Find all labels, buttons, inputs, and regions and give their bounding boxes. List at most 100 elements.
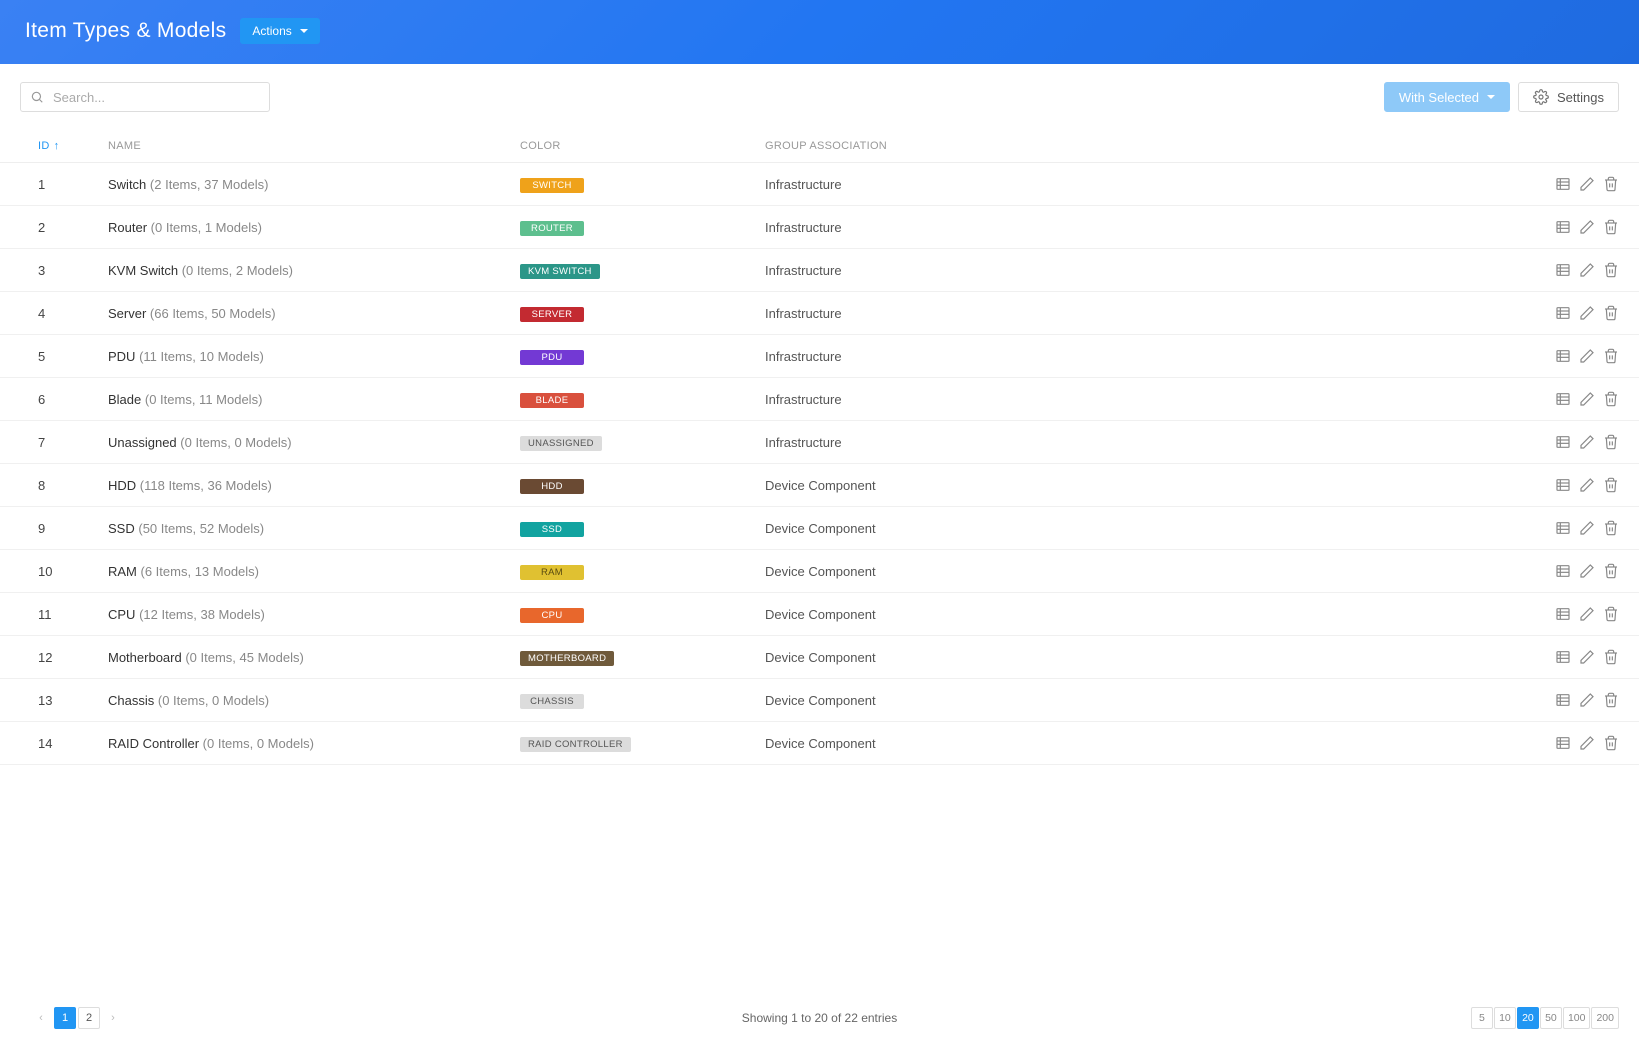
- edit-icon[interactable]: [1579, 649, 1595, 665]
- cell-group: Device Component: [765, 607, 1525, 622]
- list-icon[interactable]: [1555, 176, 1571, 192]
- table-row[interactable]: 14RAID Controller (0 Items, 0 Models)RAI…: [0, 722, 1639, 765]
- item-name: RAID Controller: [108, 736, 199, 751]
- page-button[interactable]: 2: [78, 1007, 100, 1029]
- list-icon[interactable]: [1555, 434, 1571, 450]
- page-size-button[interactable]: 50: [1540, 1007, 1562, 1029]
- table-row[interactable]: 11CPU (12 Items, 38 Models)CPUDevice Com…: [0, 593, 1639, 636]
- cell-group: Device Component: [765, 650, 1525, 665]
- trash-icon[interactable]: [1603, 434, 1619, 450]
- color-tag: SERVER: [520, 307, 584, 322]
- with-selected-button[interactable]: With Selected: [1384, 82, 1510, 112]
- list-icon[interactable]: [1555, 520, 1571, 536]
- edit-icon[interactable]: [1579, 305, 1595, 321]
- edit-icon[interactable]: [1579, 563, 1595, 579]
- list-icon[interactable]: [1555, 305, 1571, 321]
- page-size-button[interactable]: 5: [1471, 1007, 1493, 1029]
- edit-icon[interactable]: [1579, 262, 1595, 278]
- trash-icon[interactable]: [1603, 176, 1619, 192]
- table-row[interactable]: 4Server (66 Items, 50 Models)SERVERInfra…: [0, 292, 1639, 335]
- page-size-selector: 5102050100200: [1471, 1007, 1619, 1029]
- table-row[interactable]: 13Chassis (0 Items, 0 Models)CHASSISDevi…: [0, 679, 1639, 722]
- edit-icon[interactable]: [1579, 434, 1595, 450]
- edit-icon[interactable]: [1579, 391, 1595, 407]
- list-icon[interactable]: [1555, 477, 1571, 493]
- page-size-button[interactable]: 100: [1563, 1007, 1591, 1029]
- col-header-id[interactable]: ID ↑: [38, 140, 108, 152]
- trash-icon[interactable]: [1603, 606, 1619, 622]
- table-row[interactable]: 10RAM (6 Items, 13 Models)RAMDevice Comp…: [0, 550, 1639, 593]
- col-header-color[interactable]: COLOR: [520, 140, 765, 152]
- color-tag: RAID CONTROLLER: [520, 737, 631, 752]
- cell-id: 3: [38, 263, 108, 278]
- edit-icon[interactable]: [1579, 477, 1595, 493]
- trash-icon[interactable]: [1603, 391, 1619, 407]
- item-counts: (12 Items, 38 Models): [139, 607, 265, 622]
- edit-icon[interactable]: [1579, 520, 1595, 536]
- page-button[interactable]: 1: [54, 1007, 76, 1029]
- cell-actions: [1525, 176, 1619, 192]
- trash-icon[interactable]: [1603, 563, 1619, 579]
- cell-name: Server (66 Items, 50 Models): [108, 306, 520, 321]
- trash-icon[interactable]: [1603, 520, 1619, 536]
- table-row[interactable]: 9SSD (50 Items, 52 Models)SSDDevice Comp…: [0, 507, 1639, 550]
- trash-icon[interactable]: [1603, 692, 1619, 708]
- color-tag: ROUTER: [520, 221, 584, 236]
- list-icon[interactable]: [1555, 219, 1571, 235]
- table-row[interactable]: 12Motherboard (0 Items, 45 Models)MOTHER…: [0, 636, 1639, 679]
- item-name: HDD: [108, 478, 136, 493]
- table-row[interactable]: 3KVM Switch (0 Items, 2 Models)KVM SWITC…: [0, 249, 1639, 292]
- item-counts: (50 Items, 52 Models): [138, 521, 264, 536]
- trash-icon[interactable]: [1603, 305, 1619, 321]
- list-icon[interactable]: [1555, 348, 1571, 364]
- edit-icon[interactable]: [1579, 219, 1595, 235]
- table-row[interactable]: 7Unassigned (0 Items, 0 Models)UNASSIGNE…: [0, 421, 1639, 464]
- edit-icon[interactable]: [1579, 606, 1595, 622]
- list-icon[interactable]: [1555, 563, 1571, 579]
- page-size-button[interactable]: 20: [1517, 1007, 1539, 1029]
- cell-color: KVM SWITCH: [520, 262, 765, 279]
- item-name: Switch: [108, 177, 146, 192]
- trash-icon[interactable]: [1603, 735, 1619, 751]
- trash-icon[interactable]: [1603, 219, 1619, 235]
- list-icon[interactable]: [1555, 391, 1571, 407]
- edit-icon[interactable]: [1579, 176, 1595, 192]
- edit-icon[interactable]: [1579, 348, 1595, 364]
- trash-icon[interactable]: [1603, 348, 1619, 364]
- edit-icon[interactable]: [1579, 692, 1595, 708]
- list-icon[interactable]: [1555, 649, 1571, 665]
- trash-icon[interactable]: [1603, 649, 1619, 665]
- prev-page-button[interactable]: ‹: [30, 1007, 52, 1029]
- list-icon[interactable]: [1555, 692, 1571, 708]
- page-size-button[interactable]: 200: [1591, 1007, 1619, 1029]
- table-row[interactable]: 2Router (0 Items, 1 Models)ROUTERInfrast…: [0, 206, 1639, 249]
- list-icon[interactable]: [1555, 606, 1571, 622]
- cell-color: SWITCH: [520, 176, 765, 193]
- edit-icon[interactable]: [1579, 735, 1595, 751]
- col-header-group[interactable]: GROUP ASSOCIATION: [765, 140, 1525, 152]
- list-icon[interactable]: [1555, 735, 1571, 751]
- page-size-button[interactable]: 10: [1494, 1007, 1516, 1029]
- cell-color: PDU: [520, 348, 765, 365]
- cell-actions: [1525, 262, 1619, 278]
- cell-id: 5: [38, 349, 108, 364]
- table-row[interactable]: 8HDD (118 Items, 36 Models)HDDDevice Com…: [0, 464, 1639, 507]
- trash-icon[interactable]: [1603, 477, 1619, 493]
- trash-icon[interactable]: [1603, 262, 1619, 278]
- cell-group: Infrastructure: [765, 220, 1525, 235]
- cell-name: CPU (12 Items, 38 Models): [108, 607, 520, 622]
- table-row[interactable]: 6Blade (0 Items, 11 Models)BLADEInfrastr…: [0, 378, 1639, 421]
- table-row[interactable]: 1Switch (2 Items, 37 Models)SWITCHInfras…: [0, 163, 1639, 206]
- item-name: Blade: [108, 392, 141, 407]
- search-input[interactable]: [20, 82, 270, 112]
- search-icon: [30, 90, 44, 104]
- actions-dropdown-button[interactable]: Actions: [240, 18, 319, 44]
- settings-label: Settings: [1557, 90, 1604, 105]
- col-header-name[interactable]: NAME: [108, 140, 520, 152]
- cell-actions: [1525, 391, 1619, 407]
- list-icon[interactable]: [1555, 262, 1571, 278]
- table-row[interactable]: 5PDU (11 Items, 10 Models)PDUInfrastruct…: [0, 335, 1639, 378]
- settings-button[interactable]: Settings: [1518, 82, 1619, 112]
- cell-color: SERVER: [520, 305, 765, 322]
- next-page-button[interactable]: ›: [102, 1007, 124, 1029]
